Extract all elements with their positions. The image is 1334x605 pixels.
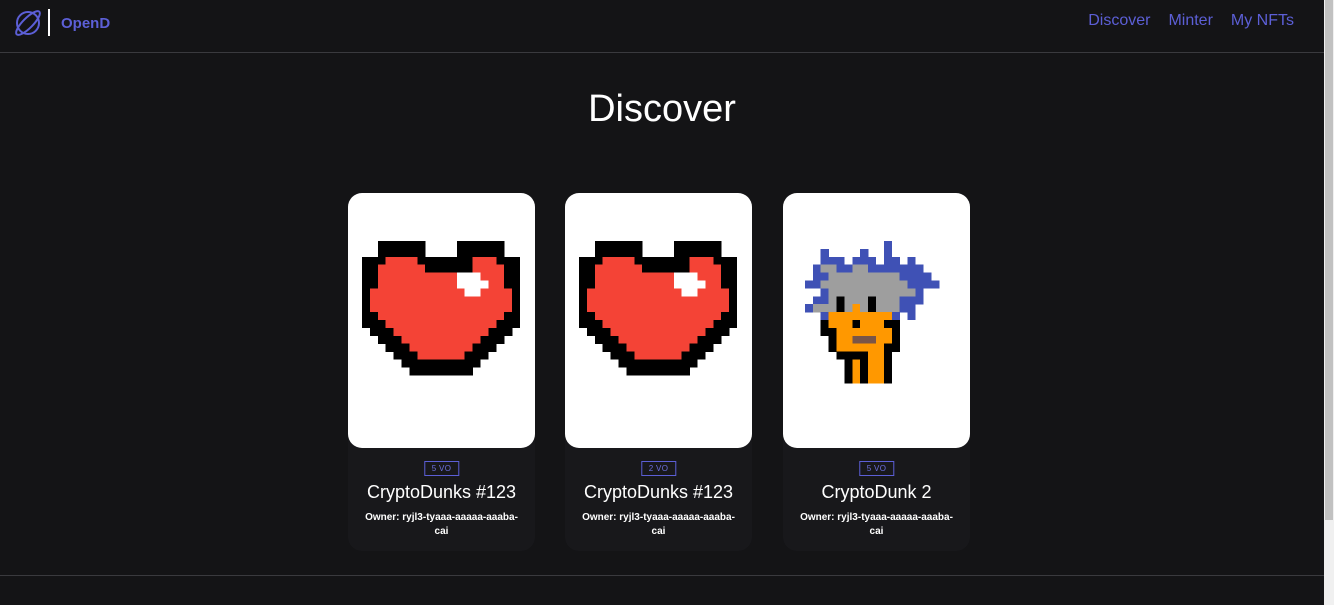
nav-discover[interactable]: Discover <box>1088 12 1150 30</box>
owner-label: Owner: ryjl3-tyaaa-aaaaa-aaaba-cai <box>800 512 953 537</box>
nft-image[interactable] <box>783 193 970 448</box>
planet-icon[interactable] <box>12 6 44 38</box>
nft-image[interactable] <box>348 193 535 448</box>
nft-name: CryptoDunk 2 <box>821 482 932 502</box>
owner-label: Owner: ryjl3-tyaaa-aaaaa-aaaba-cai <box>365 512 518 537</box>
price-badge: 2 VO <box>640 461 677 476</box>
logo-divider <box>48 9 50 36</box>
footer-divider <box>0 575 1324 576</box>
nft-card[interactable]: 2 VO CryptoDunks #123 Owner: ryjl3-tyaaa… <box>565 193 752 551</box>
nav-minter[interactable]: Minter <box>1168 12 1212 30</box>
pixel-punk-image <box>804 241 940 384</box>
nav-my-nfts[interactable]: My NFTs <box>1231 12 1294 30</box>
page: OpenD Discover Minter My NFTs Discover 5… <box>0 0 1334 605</box>
nft-name: CryptoDunks #123 <box>583 482 734 502</box>
main-nav: Discover Minter My NFTs <box>1088 12 1294 30</box>
scrollbar-thumb[interactable] <box>1325 0 1333 520</box>
nft-card[interactable]: 5 VO CryptoDunks #123 Owner: ryjl3-tyaaa… <box>348 193 535 551</box>
price-badge: 5 VO <box>858 461 895 476</box>
price-badge: 5 VO <box>423 461 460 476</box>
brand-name[interactable]: OpenD <box>61 15 110 32</box>
nft-image[interactable] <box>565 193 752 448</box>
nft-card[interactable]: 5 VO CryptoDunk 2 Owner: ryjl3-tyaaa-aaa… <box>783 193 970 551</box>
scrollbar[interactable] <box>1324 0 1334 605</box>
header: OpenD Discover Minter My NFTs <box>0 0 1324 53</box>
nft-name: CryptoDunks #123 <box>366 482 517 502</box>
pixel-heart-image <box>362 241 520 376</box>
owner-label: Owner: ryjl3-tyaaa-aaaaa-aaaba-cai <box>582 512 735 537</box>
pixel-heart-image <box>579 241 737 376</box>
page-title: Discover <box>588 88 736 130</box>
